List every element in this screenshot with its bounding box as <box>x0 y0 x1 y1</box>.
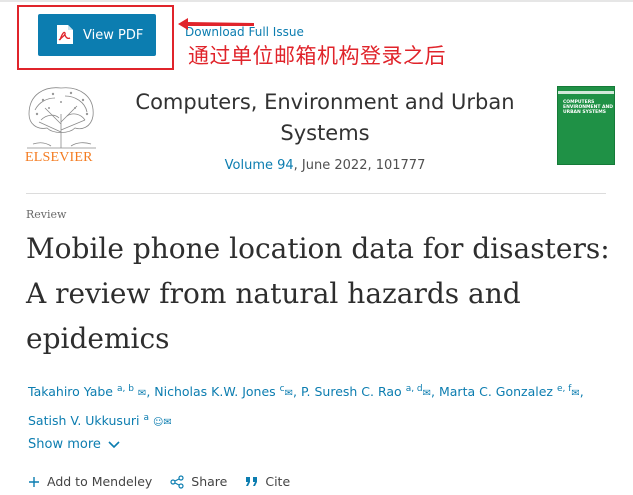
email-icon: ✉ <box>571 388 580 399</box>
plus-icon <box>29 476 39 487</box>
elsevier-tree-logo <box>27 87 96 149</box>
show-more-label: Show more <box>28 437 101 452</box>
person-icon: ☺ <box>152 417 164 428</box>
top-rule <box>0 0 633 2</box>
volume-info: Volume 94, June 2022, 101777 <box>110 158 540 173</box>
journal-title[interactable]: Computers, Environment and Urban Systems <box>110 87 540 149</box>
author-item[interactable]: Marta C. Gonzalez e, f✉ <box>439 384 580 399</box>
author-item[interactable]: P. Suresh C. Rao a, d✉ <box>301 384 431 399</box>
publisher-wordmark: ELSEVIER <box>25 150 93 165</box>
author-item[interactable]: Nicholas K.W. Jones c✉ <box>154 384 293 399</box>
volume-link[interactable]: Volume 94 <box>225 158 294 173</box>
add-to-mendeley-button[interactable]: Add to Mendeley <box>28 474 152 489</box>
email-icon: ✉ <box>422 388 432 399</box>
email-icon: ✉ <box>163 417 172 428</box>
header-divider <box>26 193 606 194</box>
share-icon <box>170 474 184 489</box>
share-label: Share <box>191 474 228 489</box>
article-actions: Add to Mendeley Share Cite <box>28 474 308 489</box>
journal-cover-image[interactable]: COMPUTERS ENVIRONMENT AND URBAN SYSTEMS <box>557 86 615 165</box>
quote-icon <box>246 477 258 486</box>
view-pdf-label: View PDF <box>83 27 144 43</box>
annotation-note: 通过单位邮箱机构登录之后 <box>188 44 446 68</box>
cover-stripe <box>558 91 614 94</box>
author-list: Takahiro Yabe a, b ✉, Nicholas K.W. Jone… <box>28 384 584 428</box>
add-to-mendeley-label: Add to Mendeley <box>47 474 153 489</box>
volume-date: , June 2022, 101777 <box>293 158 426 173</box>
cite-button[interactable]: Cite <box>245 474 290 489</box>
author-item[interactable]: Satish V. Ukkusuri a ☺✉ <box>28 413 172 428</box>
view-pdf-button[interactable]: View PDF <box>38 14 156 56</box>
article-type: Review <box>26 208 67 221</box>
author-item[interactable]: Takahiro Yabe a, b ✉ <box>28 384 146 399</box>
annotation-arrow-icon <box>178 18 254 30</box>
chevron-down-icon <box>108 440 120 448</box>
pdf-file-icon <box>57 25 73 44</box>
show-more-button[interactable]: Show more <box>28 437 120 452</box>
share-button[interactable]: Share <box>170 474 227 489</box>
cover-title-text: COMPUTERS ENVIRONMENT AND URBAN SYSTEMS <box>563 100 613 115</box>
cite-label: Cite <box>265 474 291 489</box>
email-icon: ✉ <box>284 388 293 399</box>
article-title: Mobile phone location data for disasters… <box>26 232 610 355</box>
